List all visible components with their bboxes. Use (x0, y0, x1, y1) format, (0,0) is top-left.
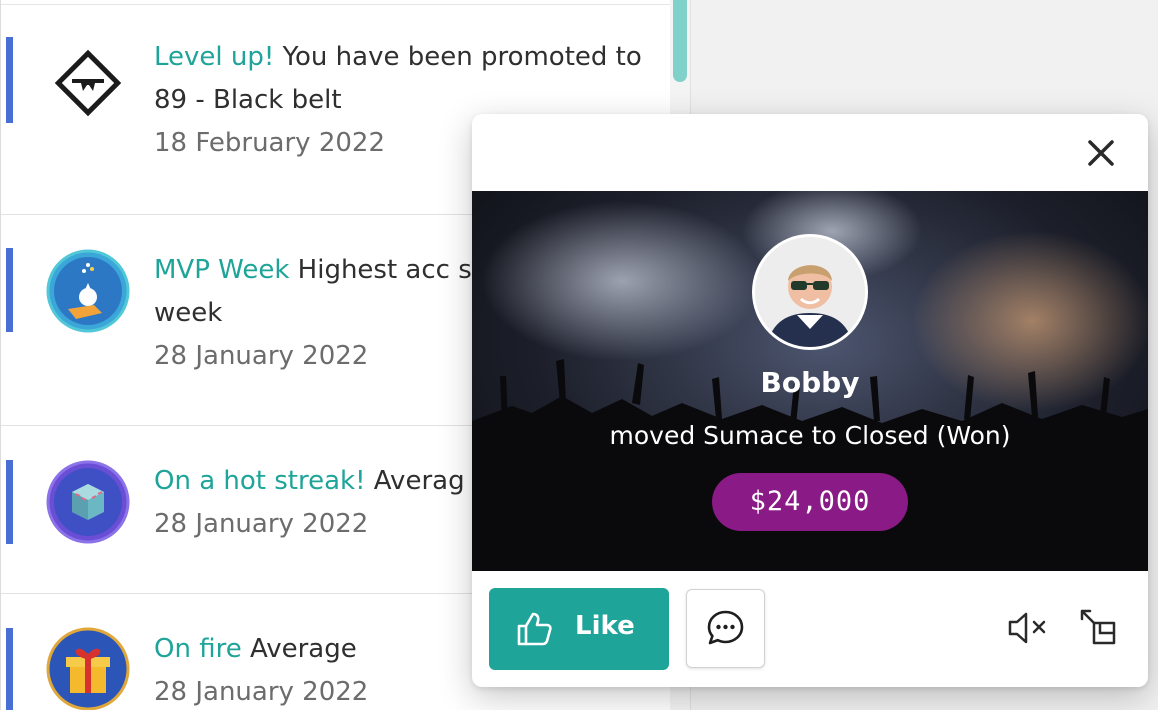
thumbs-up-icon (515, 610, 553, 652)
popout-button[interactable] (1076, 607, 1122, 649)
close-icon (1088, 140, 1114, 166)
feed-item-accent (6, 628, 13, 710)
feed-item-highlight: MVP Week (154, 255, 290, 285)
black-belt-diamond-icon (46, 41, 130, 125)
activity-description: moved Sumace to Closed (Won) (609, 421, 1011, 450)
speaker-muted-icon (1008, 612, 1046, 644)
feed-item-highlight: Level up! (154, 42, 275, 72)
comment-button[interactable] (686, 589, 765, 668)
close-button[interactable] (1082, 134, 1120, 172)
feed-item-highlight: On fire (154, 634, 242, 664)
feed-item-message: Averag (365, 466, 465, 496)
like-button-label: Like (575, 611, 635, 641)
avatar (752, 234, 868, 350)
popout-window-icon (1080, 609, 1116, 645)
feed-item-date: 28 January 2022 (154, 341, 369, 371)
feed-item-accent (6, 248, 13, 332)
feed-item-date: 28 January 2022 (154, 509, 369, 539)
feed-item-date: 18 February 2022 (154, 128, 385, 158)
like-button[interactable]: Like (489, 588, 669, 670)
concert-background-image: Bobby moved Sumace to Closed (Won) $24,0… (472, 191, 1148, 571)
mute-button[interactable] (1006, 608, 1052, 648)
gift-box-icon (46, 627, 130, 710)
hot-streak-cube-icon (46, 460, 130, 544)
feed-item-highlight: On a hot streak! (154, 466, 366, 496)
feed-item-message: Average (241, 634, 357, 664)
feed-item-date: 28 January 2022 (154, 677, 369, 707)
avatar-photo (755, 237, 865, 347)
feed-scrollbar-thumb[interactable] (673, 0, 687, 82)
deal-amount-badge: $24,000 (712, 473, 908, 531)
feed-item-accent (6, 37, 13, 123)
mvp-trophy-icon (46, 249, 130, 333)
celebration-popup: Bobby moved Sumace to Closed (Won) $24,0… (472, 114, 1148, 687)
feed-item-accent (6, 460, 13, 544)
comment-bubble-icon (707, 610, 744, 645)
user-name: Bobby (760, 366, 860, 399)
